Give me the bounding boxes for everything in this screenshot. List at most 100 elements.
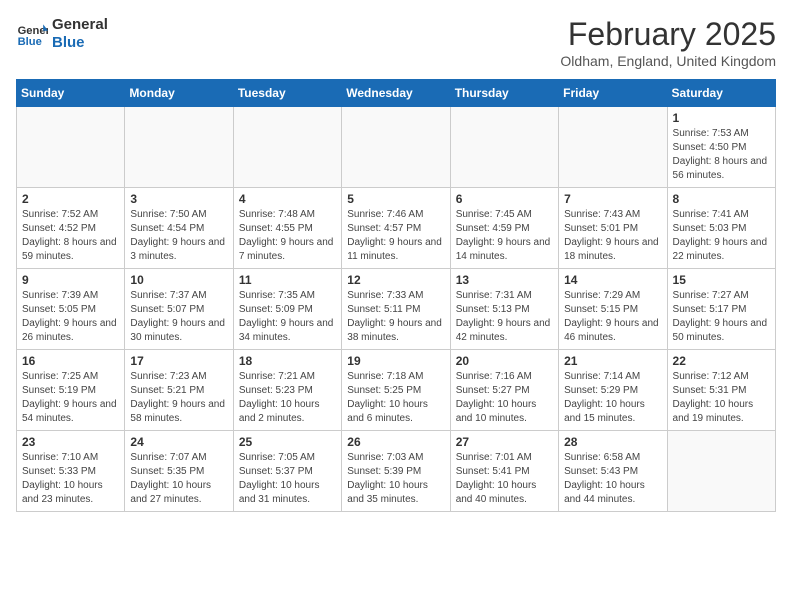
calendar-cell: 8 Sunrise: 7:41 AM Sunset: 5:03 PM Daylig… [667,188,775,269]
calendar-cell: 6 Sunrise: 7:45 AM Sunset: 4:59 PM Daylig… [450,188,558,269]
day-number: 27 [456,435,553,449]
calendar-cell [17,107,125,188]
calendar-cell: 12 Sunrise: 7:33 AM Sunset: 5:11 PM Dayli… [342,269,450,350]
day-info: Sunrise: 7:45 AM Sunset: 4:59 PM Dayligh… [456,208,553,264]
day-info: Sunrise: 7:46 AM Sunset: 4:57 PM Dayligh… [347,208,444,264]
week-row-2: 9 Sunrise: 7:39 AM Sunset: 5:05 PM Daylig… [17,269,776,350]
day-number: 11 [239,273,336,287]
day-number: 3 [130,192,227,206]
calendar-cell [450,107,558,188]
calendar-cell: 14Sunrise: 7:29 AM Sunset: 5:15 PM Dayli… [559,269,667,350]
day-info: Sunrise: 7:14 AM Sunset: 5:29 PM Dayligh… [564,370,661,426]
calendar-cell: 5 Sunrise: 7:46 AM Sunset: 4:57 PM Daylig… [342,188,450,269]
day-info: Sunrise: 7:31 AM Sunset: 5:13 PM Dayligh… [456,289,553,345]
day-number: 18 [239,354,336,368]
day-info: Sunrise: 7:03 AM Sunset: 5:39 PM Dayligh… [347,451,444,507]
calendar-cell: 11 Sunrise: 7:35 AM Sunset: 5:09 PM Dayli… [233,269,341,350]
day-number: 12 [347,273,444,287]
calendar-cell: 17 Sunrise: 7:23 AM Sunset: 5:21 PM Dayli… [125,350,233,431]
calendar-cell: 20 Sunrise: 7:16 AM Sunset: 5:27 PM Dayli… [450,350,558,431]
weekday-header-tuesday: Tuesday [233,80,341,107]
logo-line2: Blue [52,34,108,52]
calendar-cell: 21 Sunrise: 7:14 AM Sunset: 5:29 PM Dayli… [559,350,667,431]
day-number: 9 [22,273,119,287]
logo-line1: General [52,16,108,34]
calendar-cell: 18 Sunrise: 7:21 AM Sunset: 5:23 PM Dayli… [233,350,341,431]
day-number: 6 [456,192,553,206]
calendar-cell: 19Sunrise: 7:18 AM Sunset: 5:25 PM Dayli… [342,350,450,431]
day-info: Sunrise: 7:50 AM Sunset: 4:54 PM Dayligh… [130,208,227,264]
day-number: 25 [239,435,336,449]
day-number: 24 [130,435,227,449]
day-info: Sunrise: 7:37 AM Sunset: 5:07 PM Dayligh… [130,289,227,345]
day-number: 4 [239,192,336,206]
calendar-cell: 27 Sunrise: 7:01 AM Sunset: 5:41 PM Dayli… [450,431,558,512]
day-info: Sunrise: 7:12 AM Sunset: 5:31 PM Dayligh… [673,370,770,426]
calendar-cell: 2Sunrise: 7:52 AM Sunset: 4:52 PM Daylig… [17,188,125,269]
week-row-1: 2Sunrise: 7:52 AM Sunset: 4:52 PM Daylig… [17,188,776,269]
day-info: Sunrise: 7:48 AM Sunset: 4:55 PM Dayligh… [239,208,336,264]
calendar-cell: 1 Sunrise: 7:53 AM Sunset: 4:50 PM Daylig… [667,107,775,188]
page-header: General Blue General Blue February 2025 … [16,16,776,69]
day-number: 13 [456,273,553,287]
calendar-cell: 24 Sunrise: 7:07 AM Sunset: 5:35 PM Dayli… [125,431,233,512]
day-info: Sunrise: 7:33 AM Sunset: 5:11 PM Dayligh… [347,289,444,345]
logo-icon: General Blue [16,18,48,50]
calendar-cell [559,107,667,188]
day-number: 28 [564,435,661,449]
day-info: Sunrise: 7:23 AM Sunset: 5:21 PM Dayligh… [130,370,227,426]
title-block: February 2025 Oldham, England, United Ki… [560,16,776,69]
calendar-cell [342,107,450,188]
day-info: Sunrise: 7:43 AM Sunset: 5:01 PM Dayligh… [564,208,661,264]
weekday-header-sunday: Sunday [17,80,125,107]
day-number: 19 [347,354,444,368]
calendar-cell [667,431,775,512]
calendar: SundayMondayTuesdayWednesdayThursdayFrid… [16,79,776,512]
week-row-3: 16 Sunrise: 7:25 AM Sunset: 5:19 PM Dayli… [17,350,776,431]
svg-text:Blue: Blue [18,36,42,48]
day-number: 14 [564,273,661,287]
day-info: Sunrise: 7:53 AM Sunset: 4:50 PM Dayligh… [673,127,770,183]
calendar-cell: 15Sunrise: 7:27 AM Sunset: 5:17 PM Dayli… [667,269,775,350]
day-info: Sunrise: 7:01 AM Sunset: 5:41 PM Dayligh… [456,451,553,507]
day-info: Sunrise: 7:35 AM Sunset: 5:09 PM Dayligh… [239,289,336,345]
day-number: 22 [673,354,770,368]
weekday-header-thursday: Thursday [450,80,558,107]
weekday-header-wednesday: Wednesday [342,80,450,107]
month-title: February 2025 [560,16,776,53]
day-info: Sunrise: 7:27 AM Sunset: 5:17 PM Dayligh… [673,289,770,345]
calendar-cell: 22 Sunrise: 7:12 AM Sunset: 5:31 PM Dayli… [667,350,775,431]
day-info: Sunrise: 7:05 AM Sunset: 5:37 PM Dayligh… [239,451,336,507]
day-number: 7 [564,192,661,206]
day-number: 20 [456,354,553,368]
calendar-cell: 10Sunrise: 7:37 AM Sunset: 5:07 PM Dayli… [125,269,233,350]
day-info: Sunrise: 7:07 AM Sunset: 5:35 PM Dayligh… [130,451,227,507]
weekday-header-saturday: Saturday [667,80,775,107]
day-number: 8 [673,192,770,206]
calendar-cell: 3 Sunrise: 7:50 AM Sunset: 4:54 PM Daylig… [125,188,233,269]
day-number: 26 [347,435,444,449]
day-info: Sunrise: 7:39 AM Sunset: 5:05 PM Dayligh… [22,289,119,345]
week-row-0: 1 Sunrise: 7:53 AM Sunset: 4:50 PM Daylig… [17,107,776,188]
calendar-cell: 25 Sunrise: 7:05 AM Sunset: 5:37 PM Dayli… [233,431,341,512]
day-info: Sunrise: 7:41 AM Sunset: 5:03 PM Dayligh… [673,208,770,264]
calendar-cell: 13 Sunrise: 7:31 AM Sunset: 5:13 PM Dayli… [450,269,558,350]
day-number: 16 [22,354,119,368]
day-number: 23 [22,435,119,449]
day-number: 17 [130,354,227,368]
day-number: 1 [673,111,770,125]
calendar-cell: 26 Sunrise: 7:03 AM Sunset: 5:39 PM Dayli… [342,431,450,512]
day-info: Sunrise: 7:21 AM Sunset: 5:23 PM Dayligh… [239,370,336,426]
day-number: 5 [347,192,444,206]
calendar-cell [125,107,233,188]
day-info: Sunrise: 6:58 AM Sunset: 5:43 PM Dayligh… [564,451,661,507]
calendar-cell: 4 Sunrise: 7:48 AM Sunset: 4:55 PM Daylig… [233,188,341,269]
day-info: Sunrise: 7:25 AM Sunset: 5:19 PM Dayligh… [22,370,119,426]
location: Oldham, England, United Kingdom [560,53,776,69]
calendar-cell: 23 Sunrise: 7:10 AM Sunset: 5:33 PM Dayli… [17,431,125,512]
weekday-header-monday: Monday [125,80,233,107]
day-number: 21 [564,354,661,368]
day-info: Sunrise: 7:52 AM Sunset: 4:52 PM Dayligh… [22,208,119,264]
day-info: Sunrise: 7:16 AM Sunset: 5:27 PM Dayligh… [456,370,553,426]
day-info: Sunrise: 7:10 AM Sunset: 5:33 PM Dayligh… [22,451,119,507]
